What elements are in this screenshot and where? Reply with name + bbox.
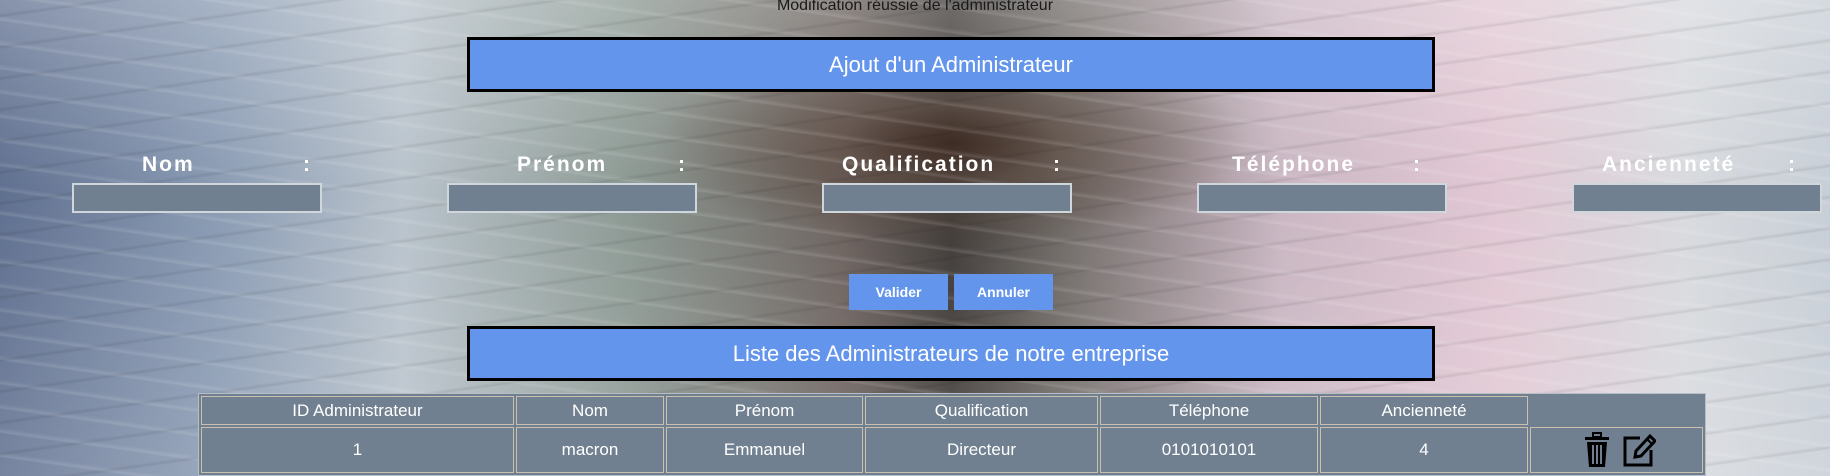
field-label: Qualification: [842, 153, 996, 176]
field-qualification: Qualification:: [822, 153, 1082, 213]
header-telephone: Téléphone: [1100, 396, 1318, 425]
anciennete-input[interactable]: [1572, 183, 1822, 213]
field-nom: Nom:: [72, 153, 332, 213]
edit-icon[interactable]: [1622, 432, 1657, 468]
cell-anciennete: 4: [1320, 427, 1528, 473]
cell-telephone: 0101010101: [1100, 427, 1318, 473]
field-telephone: Téléphone:: [1197, 153, 1457, 213]
telephone-input[interactable]: [1197, 183, 1447, 213]
field-label: Ancienneté: [1602, 153, 1736, 176]
table-row: 1 macron Emmanuel Directeur 0101010101 4: [201, 427, 1703, 473]
field-label: Prénom: [517, 153, 608, 176]
field-colon: :: [1413, 153, 1422, 176]
qualification-input[interactable]: [822, 183, 1072, 213]
add-admin-title: Ajout d'un Administrateur: [467, 37, 1435, 92]
header-nom: Nom: [516, 396, 664, 425]
field-anciennete: Ancienneté:: [1572, 153, 1830, 213]
prenom-input[interactable]: [447, 183, 697, 213]
validate-button[interactable]: Valider: [849, 274, 948, 310]
field-colon: :: [303, 153, 312, 176]
header-qualification: Qualification: [865, 396, 1098, 425]
field-colon: :: [1053, 153, 1062, 176]
cell-qualification: Directeur: [865, 427, 1098, 473]
cancel-button[interactable]: Annuler: [954, 274, 1053, 310]
field-colon: :: [678, 153, 687, 176]
field-label: Nom: [142, 153, 195, 176]
field-colon: :: [1788, 153, 1797, 176]
header-prenom: Prénom: [666, 396, 863, 425]
header-id: ID Administrateur: [201, 396, 514, 425]
cell-id: 1: [201, 427, 514, 473]
header-anciennete: Ancienneté: [1320, 396, 1528, 425]
table-header-row: ID Administrateur Nom Prénom Qualificati…: [201, 396, 1703, 425]
field-label: Téléphone: [1232, 153, 1356, 176]
nom-input[interactable]: [72, 183, 322, 213]
admin-table: ID Administrateur Nom Prénom Qualificati…: [198, 393, 1706, 476]
cell-prenom: Emmanuel: [666, 427, 863, 473]
admin-list-title: Liste des Administrateurs de notre entre…: [467, 326, 1435, 381]
field-prenom: Prénom:: [447, 153, 707, 213]
trash-icon[interactable]: [1582, 432, 1612, 468]
cell-nom: macron: [516, 427, 664, 473]
status-message: Modification réussie de l'administrateur: [776, 0, 1054, 14]
header-actions: [1530, 396, 1703, 425]
cell-actions: [1530, 427, 1703, 473]
